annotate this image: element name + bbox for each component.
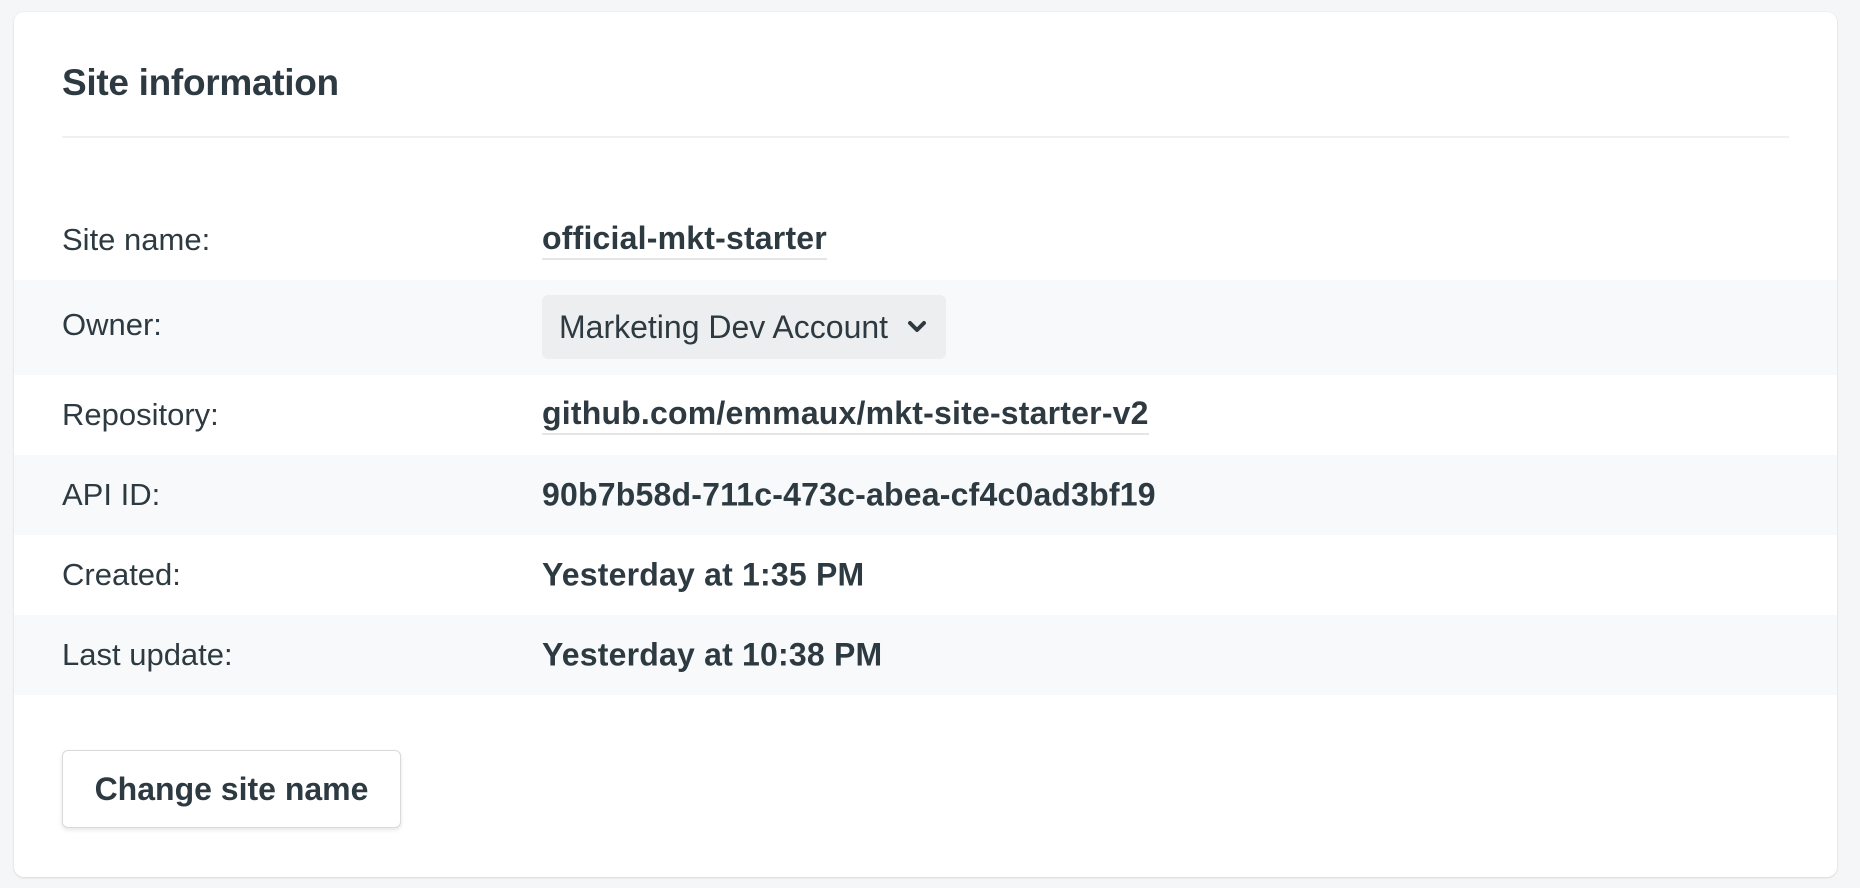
last-update-label: Last update:: [62, 637, 233, 672]
row-repository: Repository: github.com/emmaux/mkt-site-s…: [14, 375, 1837, 455]
row-api-id: API ID: 90b7b58d-711c-473c-abea-cf4c0ad3…: [14, 455, 1837, 535]
api-id-value: 90b7b58d-711c-473c-abea-cf4c0ad3bf19: [542, 476, 1156, 513]
card-title: Site information: [62, 62, 339, 103]
site-name-value[interactable]: official-mkt-starter: [542, 220, 827, 260]
row-owner: Owner: Marketing Dev Account: [14, 280, 1837, 375]
repository-link[interactable]: github.com/emmaux/mkt-site-starter-v2: [542, 395, 1149, 435]
last-update-value: Yesterday at 10:38 PM: [542, 636, 883, 673]
api-id-label: API ID:: [62, 477, 161, 512]
chevron-down-icon: [906, 316, 928, 338]
site-name-label: Site name:: [62, 222, 211, 257]
title-divider: [62, 136, 1789, 138]
owner-select[interactable]: Marketing Dev Account: [542, 295, 947, 359]
repository-label: Repository:: [62, 397, 219, 432]
site-information-card: Site information Site name: official-mkt…: [14, 12, 1837, 877]
created-label: Created:: [62, 557, 181, 592]
created-value: Yesterday at 1:35 PM: [542, 556, 865, 593]
change-site-name-button[interactable]: Change site name: [62, 750, 401, 828]
site-info-table: Site name: official-mkt-starter Owner: M…: [14, 200, 1837, 695]
owner-select-value: Marketing Dev Account: [559, 308, 889, 345]
row-last-update: Last update: Yesterday at 10:38 PM: [14, 615, 1837, 695]
owner-label: Owner:: [62, 307, 162, 342]
row-created: Created: Yesterday at 1:35 PM: [14, 535, 1837, 615]
row-site-name: Site name: official-mkt-starter: [14, 200, 1837, 280]
